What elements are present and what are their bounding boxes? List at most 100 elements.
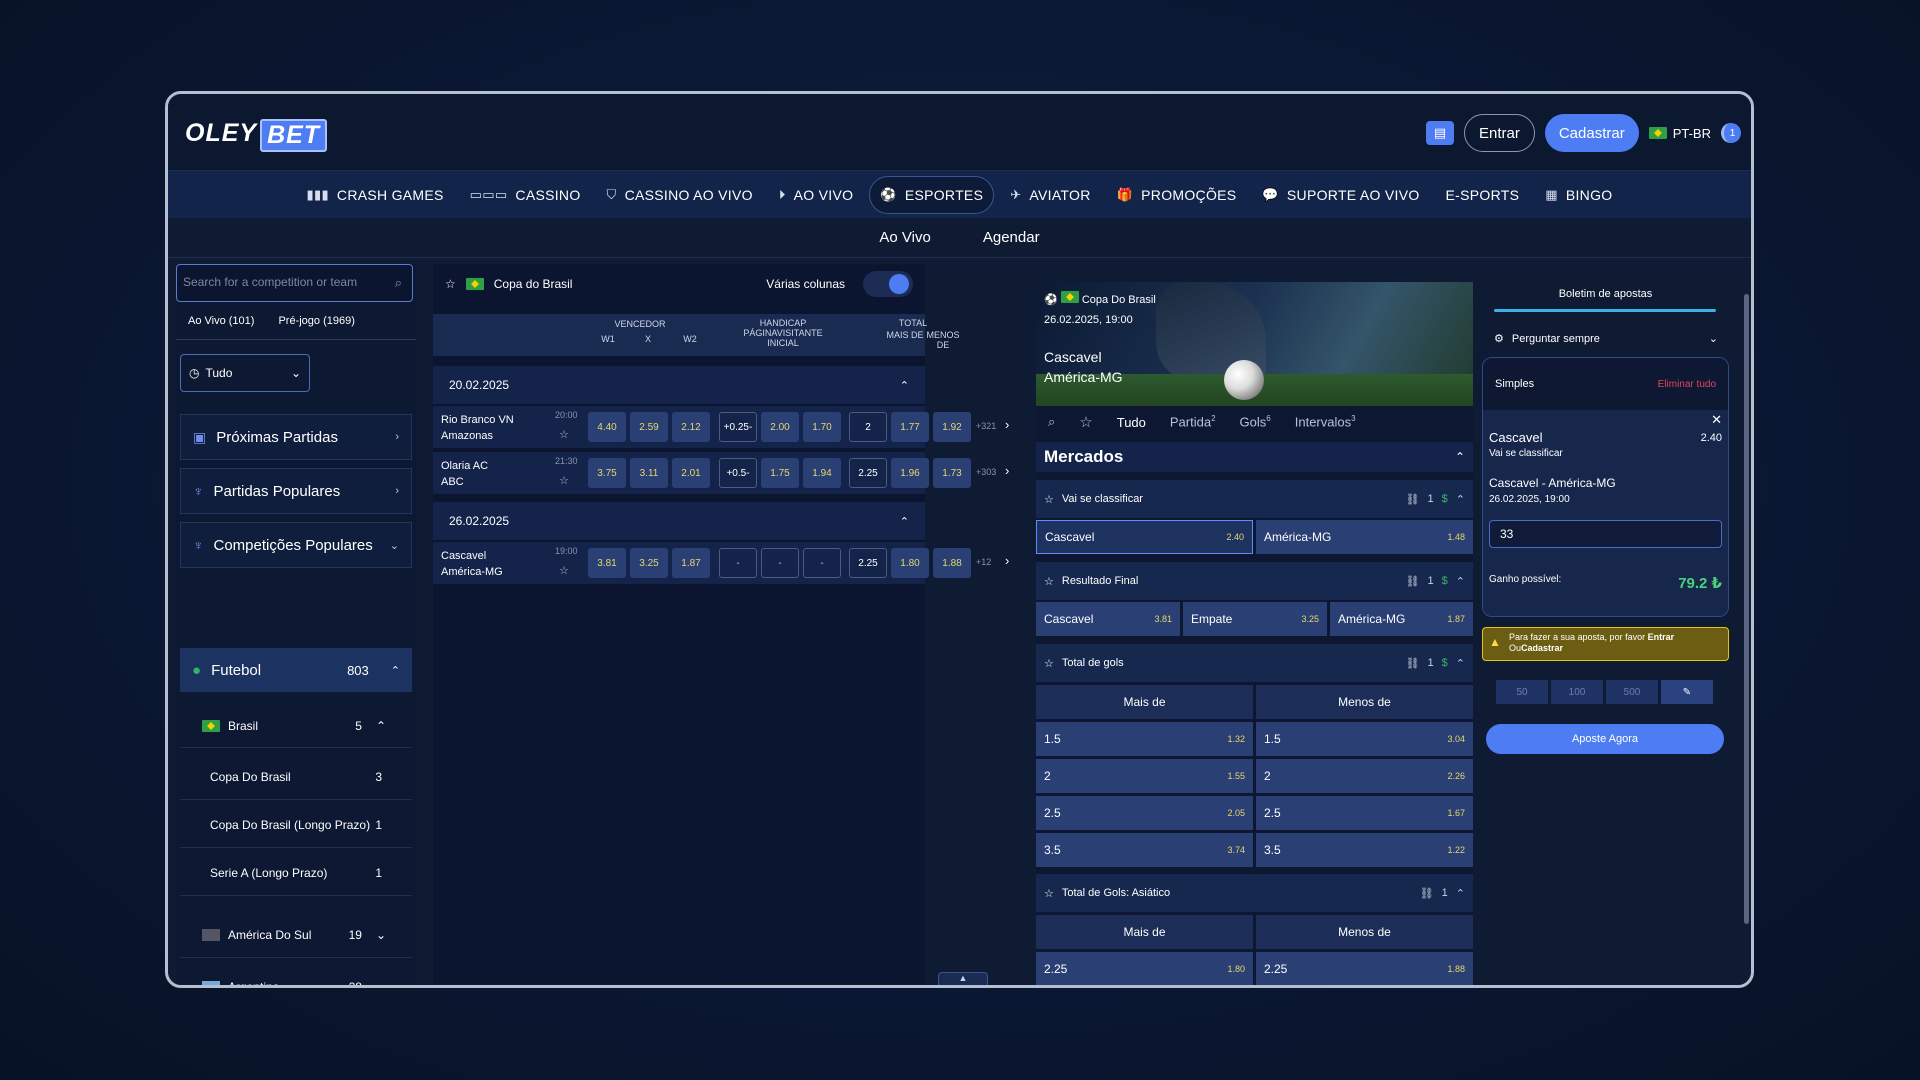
odd-w2[interactable]: 2.12 [672,412,710,442]
country-america-do-sul[interactable]: América Do Sul 19 ⌄ [180,912,412,958]
market-result-header[interactable]: ☆ Resultado Final ⛓ 1 $ ⌃ [1036,562,1473,600]
odd-x[interactable]: 2.59 [630,412,668,442]
total-under-row[interactable]: 2 2.26 [1256,759,1473,793]
place-bet-button[interactable]: Aposte Agora [1486,724,1724,754]
odd-handicap-1[interactable]: 1.75 [761,458,799,488]
outcome-america-qualify[interactable]: América-MG 1.48 [1256,520,1473,554]
login-button[interactable]: Entrar [1463,114,1535,152]
quick-stake-100[interactable]: 100 [1551,680,1603,704]
tab-pre-game[interactable]: Pré-jogo (1969) [266,304,366,339]
star-icon[interactable]: ☆ [559,474,569,487]
outcome-home[interactable]: Cascavel 3.81 [1036,602,1180,636]
asian-under-row[interactable]: 2.25 1.88 [1256,952,1473,985]
chevron-right-icon[interactable]: › [1005,417,1009,432]
odd-x[interactable]: 3.11 [630,458,668,488]
total-over-row[interactable]: 3.5 3.74 [1036,833,1253,867]
star-icon[interactable]: ☆ [445,277,456,291]
date-group[interactable]: 20.02.2025 ⌃ [433,366,925,404]
nav-cassino[interactable]: ▭▭▭ CASSINO [460,176,591,214]
tab-tudo[interactable]: Tudo [1105,415,1158,430]
asian-over-row[interactable]: 2.25 1.80 [1036,952,1253,985]
nav-crash-games[interactable]: ▮▮▮ CRASH GAMES [297,176,454,214]
scroll-top-button[interactable]: ▲ [938,972,988,985]
star-icon[interactable]: ☆ [559,428,569,441]
outcome-away[interactable]: América-MG 1.87 [1330,602,1473,636]
total-over-row[interactable]: 2 1.55 [1036,759,1253,793]
more-markets[interactable]: +321 [976,421,996,431]
odd-w2[interactable]: 1.87 [672,548,710,578]
market-total-header[interactable]: ☆ Total de gols ⛓ 1 $ ⌃ [1036,644,1473,682]
odd-handicap-1[interactable]: 2.00 [761,412,799,442]
date-group[interactable]: 26.02.2025 ⌃ [433,502,925,540]
filter-select[interactable]: ◷ Tudo ⌄ [180,354,310,392]
market-qualify-header[interactable]: ☆ Vai se classificar ⛓ 1 $ ⌃ [1036,480,1473,518]
warning-login-link[interactable]: Entrar [1648,632,1675,642]
nav-cassino-ao-vivo[interactable]: ⛉ CASSINO AO VIVO [597,176,763,214]
multi-column-toggle[interactable] [863,271,913,297]
notification-badge[interactable]: 1 [1721,123,1741,143]
tab-partida[interactable]: Partida2 [1158,414,1228,429]
match-row[interactable]: Rio Branco VN Amazonas 20:00 ☆ 4.40 2.59 … [433,406,1009,448]
nav-suporte[interactable]: 💬 SUPORTE AO VIVO [1252,176,1429,214]
outcome-draw[interactable]: Empate 3.25 [1183,602,1327,636]
nav-ao-vivo[interactable]: ⏵ AO VIVO [769,176,864,214]
match-row[interactable]: Cascavel América-MG 19:00 ☆ 3.81 3.25 1.8… [433,542,1009,584]
nav-esports[interactable]: E-SPORTS [1436,176,1530,214]
total-under-row[interactable]: 2.5 1.67 [1256,796,1473,830]
star-icon[interactable]: ☆ [1044,575,1054,588]
subnav-agendar[interactable]: Agendar [983,229,1040,246]
register-button[interactable]: Cadastrar [1544,114,1639,152]
page-scrollbar[interactable] [1744,294,1749,924]
country-brasil[interactable]: Brasil 5 ⌃ [180,704,412,748]
chevron-right-icon[interactable]: › [1005,553,1009,568]
upcoming-matches-card[interactable]: ▣ Próximas Partidas › [180,414,412,460]
popular-matches-card[interactable]: ♆ Partidas Populares › [180,468,412,514]
more-markets[interactable]: +12 [976,557,991,567]
star-icon[interactable]: ☆ [1044,493,1054,506]
star-icon[interactable]: ☆ [1044,887,1054,900]
clear-all-button[interactable]: Eliminar tudo [1658,379,1716,390]
warning-register-link[interactable]: Cadastrar [1521,643,1563,653]
odd-over[interactable]: 1.96 [891,458,929,488]
odd-w1[interactable]: 3.81 [588,548,626,578]
country-argentina[interactable]: Argentina 28 ⌄ [180,964,412,985]
total-over-row[interactable]: 2.5 2.05 [1036,796,1253,830]
nav-bingo[interactable]: ▦ BINGO [1535,176,1622,214]
search-icon[interactable]: ⌕ [1036,414,1067,430]
close-icon[interactable]: ✕ [1711,412,1722,428]
total-under-row[interactable]: 1.5 3.04 [1256,722,1473,756]
nav-esportes[interactable]: ⚽ ESPORTES [869,175,995,214]
odd-under[interactable]: 1.73 [933,458,971,488]
wallet-icon[interactable]: ▤ [1425,121,1454,145]
market-asian-header[interactable]: ☆ Total de Gols: Asiático ⛓ 1 ⌃ [1036,874,1473,912]
language-selector[interactable]: PT-BR [1648,126,1711,141]
chevron-right-icon[interactable]: › [1005,463,1009,478]
nav-aviator[interactable]: ✈ AVIATOR [1000,176,1100,214]
more-markets[interactable]: +303 [976,467,996,477]
odd-handicap-2[interactable]: 1.94 [803,458,841,488]
quick-stake-500[interactable]: 500 [1606,680,1658,704]
star-icon[interactable]: ☆ [1067,413,1104,431]
stake-input[interactable] [1489,520,1722,548]
league-row[interactable]: Serie A (Longo Prazo) 1 [180,850,412,896]
outcome-cascavel-qualify[interactable]: Cascavel 2.40 [1036,520,1253,554]
star-icon[interactable]: ☆ [559,564,569,577]
odd-w1[interactable]: 4.40 [588,412,626,442]
star-icon[interactable]: ☆ [1044,657,1054,670]
league-row[interactable]: Copa Do Brasil 3 [180,754,412,800]
tab-live[interactable]: Ao Vivo (101) [176,304,266,339]
odd-over[interactable]: 1.77 [891,412,929,442]
sport-futebol[interactable]: ● Futebol 803 ⌃ [180,648,412,692]
total-under-row[interactable]: 3.5 1.22 [1256,833,1473,867]
markets-header[interactable]: Mercados ⌃ [1036,442,1473,472]
odd-over[interactable]: 1.80 [891,548,929,578]
odd-w2[interactable]: 2.01 [672,458,710,488]
odd-handicap-2[interactable]: 1.70 [803,412,841,442]
league-row[interactable]: Copa Do Brasil (Longo Prazo) 1 [180,802,412,848]
edit-stakes-pencil-icon[interactable]: ✎ [1661,680,1713,704]
odds-change-select[interactable]: ⚙ Perguntar sempre ⌄ [1494,332,1718,346]
tab-intervalos[interactable]: Intervalos3 [1283,414,1368,429]
odd-x[interactable]: 3.25 [630,548,668,578]
total-over-row[interactable]: 1.5 1.32 [1036,722,1253,756]
subnav-ao-vivo[interactable]: Ao Vivo [879,229,930,246]
